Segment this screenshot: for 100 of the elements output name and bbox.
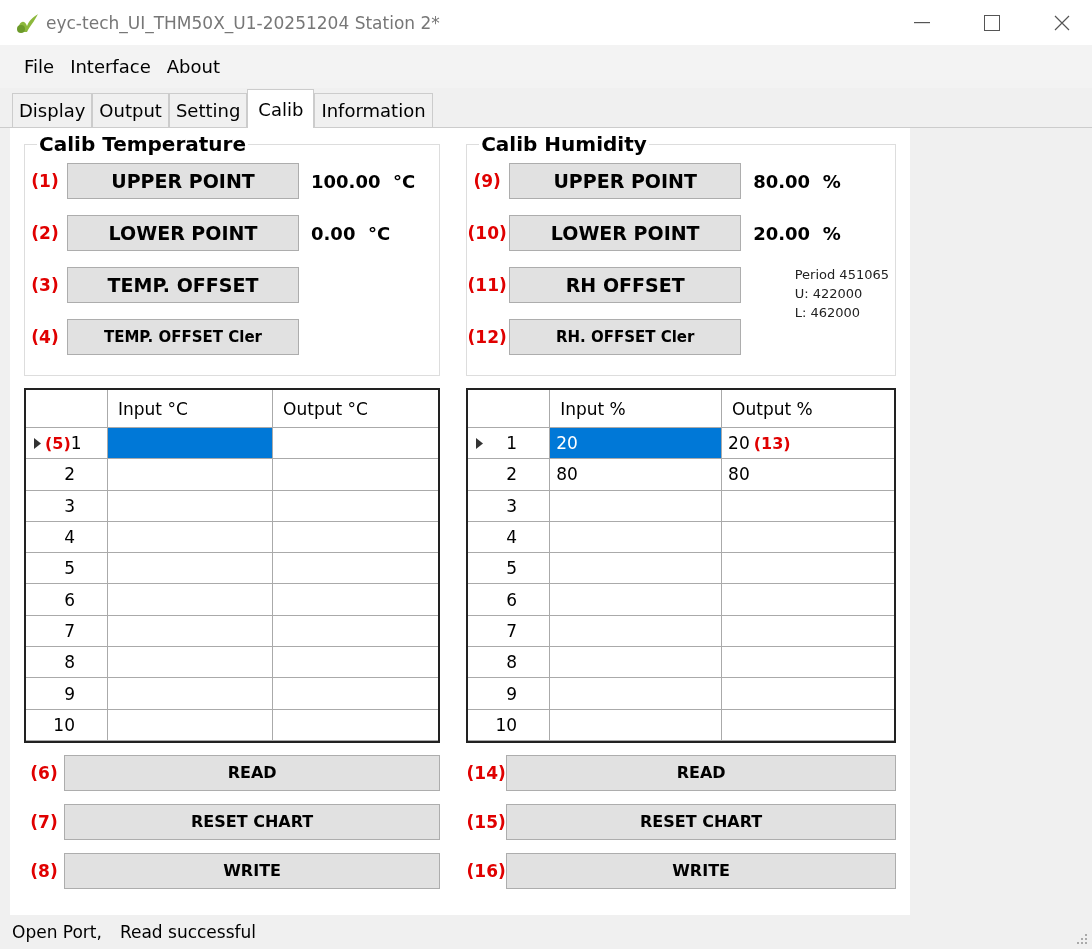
row-number: 9 [506, 683, 518, 704]
table-cell[interactable] [108, 521, 274, 554]
row-header-cell[interactable]: 9 [468, 678, 551, 710]
status-text: Open Port, [12, 922, 102, 942]
action-button[interactable]: RESET CHART [64, 803, 441, 840]
logo-icon [14, 11, 40, 34]
row-number: 1 [506, 433, 518, 454]
table-cell[interactable] [550, 490, 723, 522]
tab[interactable]: Setting [168, 93, 248, 127]
callout-number: (10) [467, 223, 508, 243]
calibrate-button[interactable]: LOWER POINT [509, 215, 742, 251]
action-button[interactable]: WRITE [506, 852, 896, 889]
row-header-cell[interactable]: 6 [26, 584, 108, 616]
row-header-cell[interactable]: 2 [468, 459, 551, 491]
row-header-cell[interactable]: 9 [26, 678, 108, 710]
table-cell[interactable] [550, 584, 723, 616]
row-number: 5 [506, 558, 518, 579]
table-cell[interactable]: 80 [722, 459, 894, 491]
table-cell[interactable] [108, 678, 274, 710]
calibrate-button[interactable]: UPPER POINT [67, 163, 299, 199]
table-cell[interactable] [108, 459, 274, 491]
table-cell[interactable]: 20 (13) [722, 428, 894, 460]
callout-number: (14) [466, 762, 507, 783]
calibrate-button[interactable]: RH OFFSET [509, 267, 742, 303]
row-number: 5 [64, 558, 75, 579]
table-cell[interactable]: 20 [550, 428, 723, 460]
callout-number: (3) [30, 275, 60, 295]
row-number: 7 [64, 620, 75, 641]
reading-value: 80.00 % [753, 170, 841, 192]
row-pointer-icon [476, 437, 484, 449]
row-number: 6 [506, 589, 518, 610]
row-number: 4 [506, 527, 518, 548]
calibrate-button[interactable]: TEMP. OFFSET [67, 267, 299, 303]
row-header-cell[interactable]: 5 [468, 553, 551, 585]
table-cell[interactable] [108, 615, 274, 648]
close-icon[interactable] [1054, 14, 1070, 31]
calibrate-button[interactable]: RH. OFFSET Cler [509, 319, 742, 355]
callout-number: (4) [30, 327, 60, 347]
info-text: L: 462000 [794, 305, 862, 320]
table-cell[interactable] [108, 553, 274, 585]
info-text: Period 451065 [794, 267, 889, 282]
row-number: 7 [506, 620, 518, 641]
row-number: 2 [64, 464, 75, 485]
row-header-cell[interactable]: 8 [468, 647, 551, 679]
table-cell[interactable] [108, 584, 274, 616]
action-button[interactable]: RESET CHART [506, 803, 896, 840]
callout-number: (7) [29, 811, 59, 832]
action-button[interactable]: READ [64, 754, 441, 791]
tab[interactable]: Calib [247, 89, 315, 128]
row-header-cell[interactable]: 4 [468, 521, 551, 554]
row-header-cell[interactable]: 7 [468, 615, 551, 648]
menu-item[interactable]: Interface [66, 54, 159, 79]
tab[interactable]: Display [12, 93, 93, 127]
calibrate-button[interactable]: LOWER POINT [67, 215, 299, 251]
row-number: 10 [53, 714, 75, 735]
menu-item[interactable]: File [20, 54, 63, 79]
callout-number: (2) [30, 223, 60, 243]
cell-value: 80 [556, 464, 578, 485]
maximize-icon[interactable] [984, 14, 1000, 31]
resize-grip-icon[interactable] [1076, 933, 1088, 945]
action-button[interactable]: READ [506, 754, 896, 791]
row-header-cell[interactable]: 2 [26, 459, 108, 491]
callout-number: (8) [29, 860, 59, 881]
table-cell[interactable] [550, 678, 723, 710]
callout-number: (1) [30, 171, 60, 191]
column-header: Output % [722, 390, 894, 428]
action-button[interactable]: WRITE [64, 852, 441, 889]
callout-number: (11) [467, 275, 508, 295]
row-header-cell[interactable]: 10 [468, 709, 551, 741]
table-cell[interactable] [108, 709, 274, 741]
table-cell[interactable] [550, 521, 723, 554]
row-header-cell[interactable]: 3 [468, 490, 551, 522]
column-header: Output °C [273, 390, 439, 428]
callout-number: (13) [753, 433, 791, 453]
table-cell[interactable] [550, 709, 723, 741]
row-number: 8 [64, 652, 75, 673]
table-cell[interactable]: 80 [550, 459, 723, 491]
row-header-cell[interactable]: 3 [26, 490, 108, 522]
table-cell[interactable] [550, 647, 723, 679]
tab[interactable]: Information [314, 93, 433, 127]
reading-value: 100.00 °C [311, 170, 416, 192]
minimize-icon[interactable] [914, 21, 930, 24]
callout-number: (16) [466, 860, 507, 881]
row-header-cell[interactable]: 4 [26, 521, 108, 554]
callout-number: (15) [466, 811, 507, 832]
row-header-cell[interactable]: 10 [26, 709, 108, 741]
table-cell[interactable] [108, 647, 274, 679]
table-cell[interactable] [550, 615, 723, 648]
row-header-cell[interactable]: 6 [468, 584, 551, 616]
table-cell[interactable] [108, 490, 274, 522]
calibrate-button[interactable]: TEMP. OFFSET Cler [67, 319, 299, 355]
row-number: 9 [64, 683, 75, 704]
calibrate-button[interactable]: UPPER POINT [509, 163, 742, 199]
tab[interactable]: Output [92, 93, 169, 127]
menu-item[interactable]: About [162, 54, 228, 79]
row-header-cell[interactable]: 8 [26, 647, 108, 679]
table-cell[interactable] [108, 428, 274, 460]
row-header-cell[interactable]: 7 [26, 615, 108, 648]
row-header-cell[interactable]: 5 [26, 553, 108, 585]
table-cell[interactable] [550, 553, 723, 585]
